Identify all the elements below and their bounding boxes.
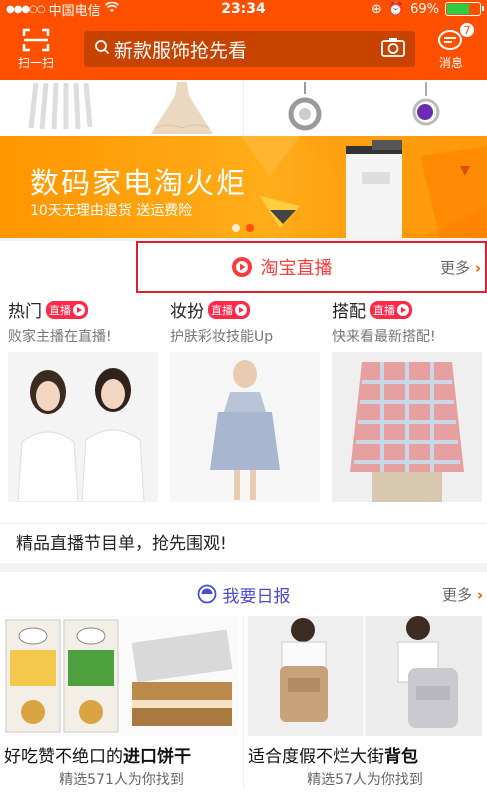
app-header: 扫一扫 新款服饰抢先看 7 消息 [0, 18, 487, 80]
search-bar[interactable]: 新款服饰抢先看 [84, 31, 415, 67]
top-bar: ●●●○○ 中国电信 23:34 ⊕ ⏰ 69% 扫一扫 新款服饰抢先看 7 消… [0, 0, 487, 80]
clock: 23:34 [221, 1, 266, 17]
scan-label: 扫一扫 [17, 55, 54, 70]
live-more-label: 更多 [440, 258, 471, 277]
makeup-photo [170, 352, 320, 502]
column-subtitle: 败家主播在直播! [8, 329, 112, 345]
play-circle-icon [231, 257, 252, 277]
strip-cell-left[interactable] [0, 80, 244, 136]
daily-card-title: 好吃赞不绝口的进口饼干 [4, 747, 191, 767]
banner-title: 数码家电淘火炬 [30, 166, 248, 200]
banner-pager [232, 224, 254, 232]
live-column-outfit[interactable]: 搭配 直播 快来看最新搭配! [324, 297, 486, 502]
status-bar: ●●●○○ 中国电信 23:34 ⊕ ⏰ 69% [0, 0, 487, 19]
biscuits-image [4, 616, 239, 736]
scan-button[interactable]: 扫一扫 [8, 28, 64, 71]
play-icon [235, 303, 247, 316]
backpack-image [248, 616, 482, 736]
daily-card-subtitle: 精选57人为你找到 [307, 772, 423, 788]
pendant-image [288, 82, 322, 131]
mop-image [28, 83, 93, 130]
daily-more-label: 更多 [442, 585, 473, 604]
promo-banner[interactable]: 数码家电淘火炬 10天无理由退货 送运费险 [0, 136, 487, 238]
taobao-live-section: 淘宝直播 更多 › 热门 直播 败家主播在直播! 妆扮 直播 护肤彩妆技能Up … [0, 241, 487, 563]
daily-cards: 好吃赞不绝口的进口饼干 精选571人为你找到 适合度假不烂大街背包 精选57人为… [0, 616, 487, 789]
search-placeholder: 新款服饰抢先看 [114, 39, 248, 62]
product-strip [0, 80, 487, 136]
message-count-badge: 7 [459, 21, 475, 38]
column-subtitle: 护肤彩妆技能Up [170, 329, 274, 345]
live-title-text: 淘宝直播 [260, 258, 333, 279]
strip-cell-right[interactable] [244, 80, 487, 136]
daily-title: 我要日报 [197, 582, 291, 607]
search-icon [94, 38, 110, 60]
chevron-right-icon: › [476, 585, 483, 604]
live-column-makeup[interactable]: 妆扮 直播 护肤彩妆技能Up [162, 297, 324, 502]
live-tag: 直播 [46, 300, 88, 319]
pager-dot-active [246, 224, 254, 232]
hot-photo [8, 352, 158, 502]
live-tag: 直播 [208, 300, 250, 319]
pill-icon [197, 584, 216, 604]
daily-card-biscuits[interactable]: 好吃赞不绝口的进口饼干 精选571人为你找到 [0, 616, 243, 789]
daily-header[interactable]: 我要日报 更多 › [0, 572, 487, 616]
live-column-hot[interactable]: 热门 直播 败家主播在直播! [0, 297, 162, 502]
battery-icon [445, 2, 484, 16]
play-icon [73, 303, 85, 316]
live-more-link[interactable]: 更多 › [440, 257, 481, 278]
column-subtitle: 快来看最新搭配! [332, 329, 436, 345]
live-schedule-row[interactable]: 精品直播节目单，抢先围观! [0, 523, 487, 563]
scan-icon [22, 28, 50, 51]
column-title: 搭配 [332, 302, 366, 322]
message-label: 消息 [438, 55, 463, 70]
live-columns: 热门 直播 败家主播在直播! 妆扮 直播 护肤彩妆技能Up 搭配 直播 快来看最… [0, 297, 487, 502]
camera-icon[interactable] [381, 37, 405, 62]
live-header[interactable]: 淘宝直播 更多 › [136, 241, 487, 293]
column-title: 热门 [8, 302, 42, 322]
pager-dot [232, 224, 240, 232]
daily-title-text: 我要日报 [222, 586, 291, 607]
daily-card-subtitle: 精选571人为你找到 [59, 772, 184, 788]
chevron-right-icon: › [474, 258, 481, 277]
live-title: 淘宝直播 [231, 254, 333, 280]
daily-card-backpack[interactable]: 适合度假不烂大街背包 精选57人为你找到 [243, 616, 486, 789]
message-button[interactable]: 7 消息 [423, 21, 479, 71]
necklace-image [412, 82, 440, 126]
daily-card-title: 适合度假不烂大街背包 [248, 747, 418, 767]
daily-report-section: 我要日报 更多 › 好吃赞不绝口的进口饼干 精选571人为你找到 适合度假不烂大… [0, 572, 487, 808]
live-tag: 直播 [370, 300, 412, 319]
banner-subtitle: 10天无理由退货 送运费险 [30, 203, 193, 219]
dress-image [151, 82, 214, 134]
daily-more-link[interactable]: 更多 › [442, 584, 483, 605]
play-icon [397, 303, 409, 316]
outfit-photo [332, 352, 482, 502]
live-schedule-text: 精品直播节目单，抢先围观! [16, 534, 227, 554]
column-title: 妆扮 [170, 302, 204, 322]
